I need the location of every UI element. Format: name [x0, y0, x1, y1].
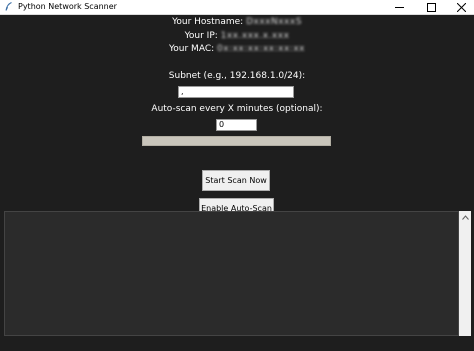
- close-button[interactable]: [448, 0, 474, 14]
- ip-label: Your IP:: [184, 31, 218, 41]
- close-icon: [456, 2, 466, 12]
- minimize-icon: [394, 6, 404, 8]
- subnet-input[interactable]: ,: [178, 86, 294, 98]
- hostname-value: DxxxNxxxS: [246, 17, 302, 27]
- start-scan-button[interactable]: Start Scan Now: [202, 170, 270, 191]
- hostname-label: Your Hostname:: [172, 17, 244, 27]
- interval-input[interactable]: 0: [216, 119, 257, 131]
- mac-value: 0x:xx:xx:xx:xx:xx: [217, 44, 305, 54]
- minimize-button[interactable]: [386, 0, 412, 14]
- scan-progress-bar: [142, 136, 331, 146]
- ip-row: Your IP: 1xx.xxx.x.xxx: [0, 31, 474, 42]
- mac-row: Your MAC: 0x:xx:xx:xx:xx:xx: [0, 44, 474, 55]
- title-bar: Python Network Scanner: [0, 0, 474, 15]
- ip-value: 1xx.xxx.x.xxx: [220, 31, 290, 41]
- hostname-row: Your Hostname: DxxxNxxxS: [0, 17, 474, 28]
- maximize-icon: [426, 2, 436, 12]
- window-title: Python Network Scanner: [18, 2, 117, 11]
- interval-label: Auto-scan every X minutes (optional):: [151, 104, 323, 114]
- subnet-label: Subnet (e.g., 192.168.1.0/24):: [168, 71, 306, 81]
- output-scrollbar[interactable]: [459, 211, 471, 336]
- chevron-up-icon: [461, 214, 469, 220]
- maximize-button[interactable]: [418, 0, 444, 14]
- scan-output-area[interactable]: [4, 211, 459, 336]
- feather-icon: [5, 2, 12, 11]
- mac-label: Your MAC:: [168, 44, 215, 54]
- scroll-up-button[interactable]: [459, 211, 471, 223]
